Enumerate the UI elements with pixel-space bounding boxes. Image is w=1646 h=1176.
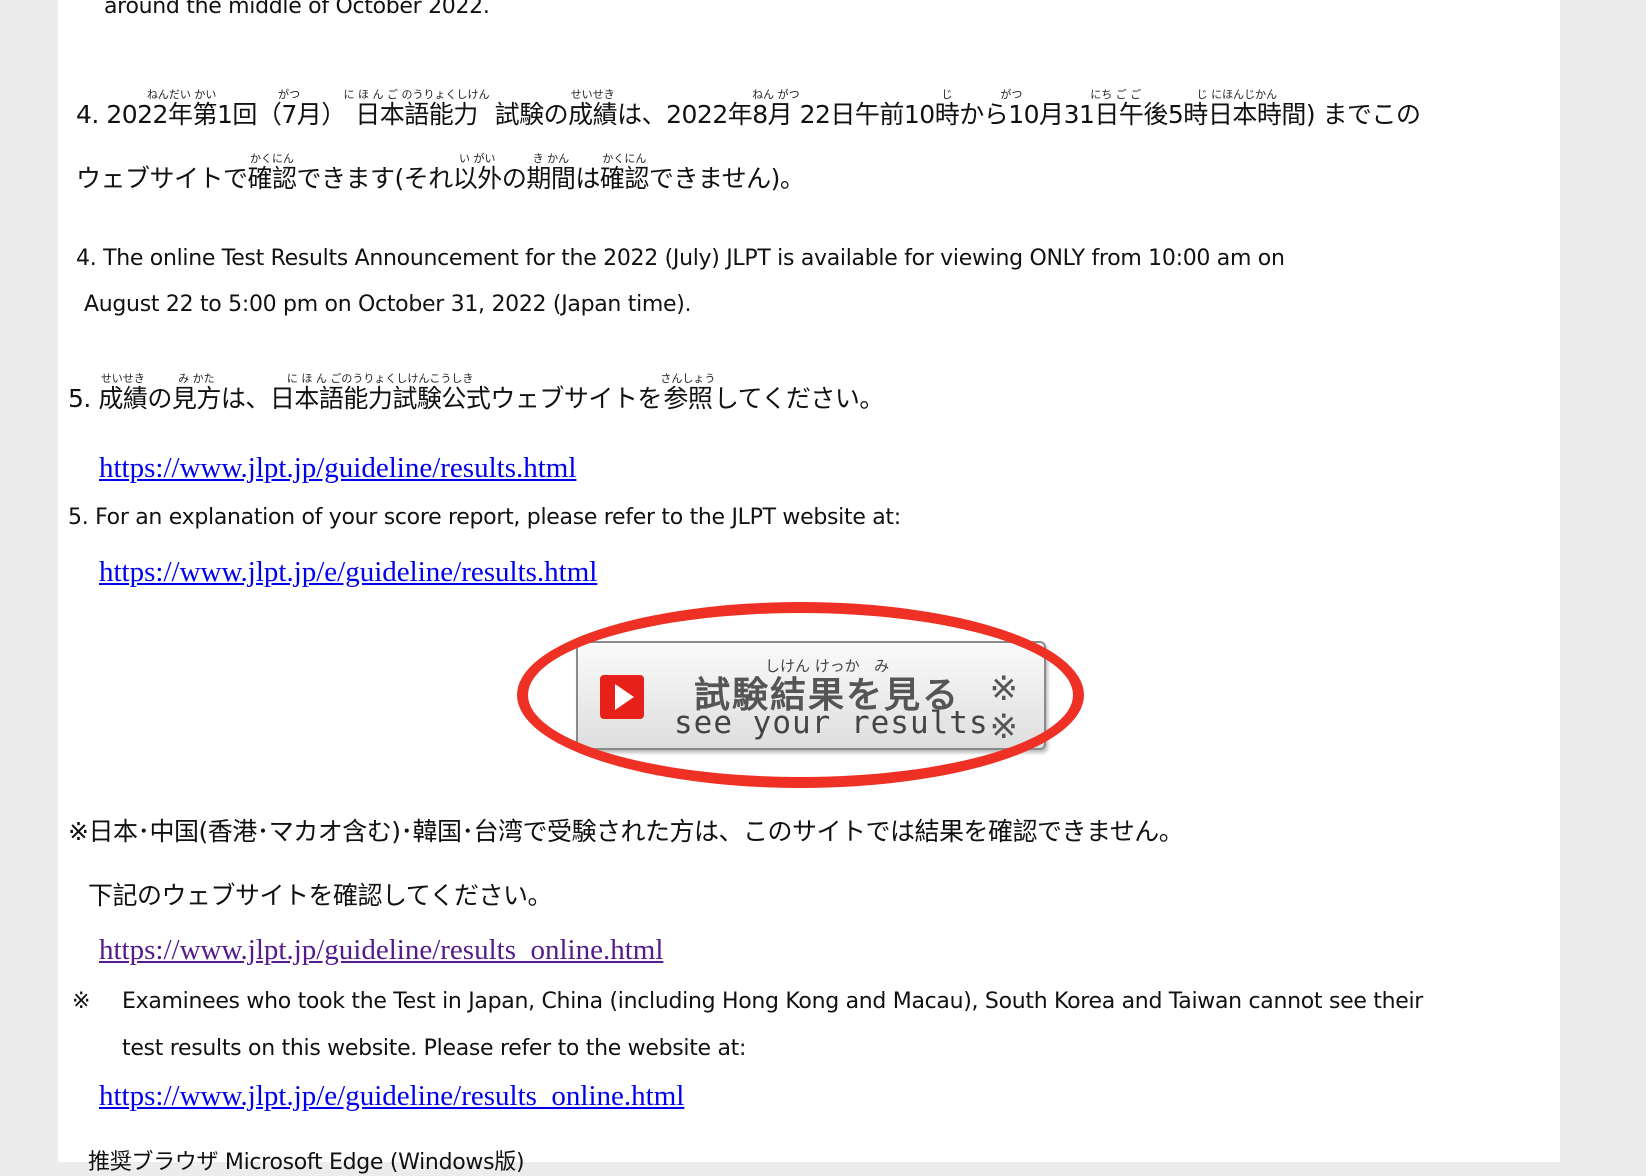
item4-jp-line1: 4. 2022年第1回ねんだい かい（7月がつ）日本語能力に ほ ん ご のうり… [76,88,1421,129]
note-en-line2: test results on this website. Please ref… [122,1036,747,1061]
results-online-link-en[interactable]: https://www.jlpt.jp/e/guideline/results_… [99,1080,684,1113]
results-guideline-link-en[interactable]: https://www.jlpt.jp/e/guideline/results.… [99,556,597,589]
note-jp-line1: ※日本･中国(香港･マカオ含む)･韓国･台湾で受験された方は、このサイトでは結果… [68,817,1184,846]
reference-mark-icon: ※ [989,707,1019,747]
item4-en-line2: August 22 to 5:00 pm on October 31, 2022… [84,292,692,317]
results-guideline-link-jp[interactable]: https://www.jlpt.jp/guideline/results.ht… [99,452,576,485]
reference-mark-icon: ※ [989,669,1019,709]
results-online-link-jp[interactable]: https://www.jlpt.jp/guideline/results_on… [99,934,663,967]
play-icon [600,675,644,719]
item4-en-line1: 4. The online Test Results Announcement … [76,246,1285,271]
item5-jp-line: 5. 成績せいせきの見方み かたは、日本語能力試験公式に ほ ん ごのうりょくし… [68,372,884,413]
recommended-browser-text: 推奨ブラウザ Microsoft Edge (Windows版) [88,1150,525,1175]
see-results-en-label: see your results [674,705,989,741]
intro-tail-text: around the middle of October 2022. [104,0,490,19]
note-jp-line2: 下記のウェブサイトを確認してください。 [88,881,553,910]
content-page: around the middle of October 2022. 4. 20… [58,0,1560,1175]
note-en-mark: ※ [72,989,91,1014]
see-results-button[interactable]: 試験結果を見るしけん けっか み see your results ※ ※ [576,641,1046,750]
item4-jp-line2: ウェブサイトで確認かくにんできます(それ以外い がいの期間き かんは確認かくにん… [76,152,805,193]
item5-en-text: 5. For an explanation of your score repo… [68,505,901,530]
note-en-line1: Examinees who took the Test in Japan, Ch… [122,989,1424,1014]
